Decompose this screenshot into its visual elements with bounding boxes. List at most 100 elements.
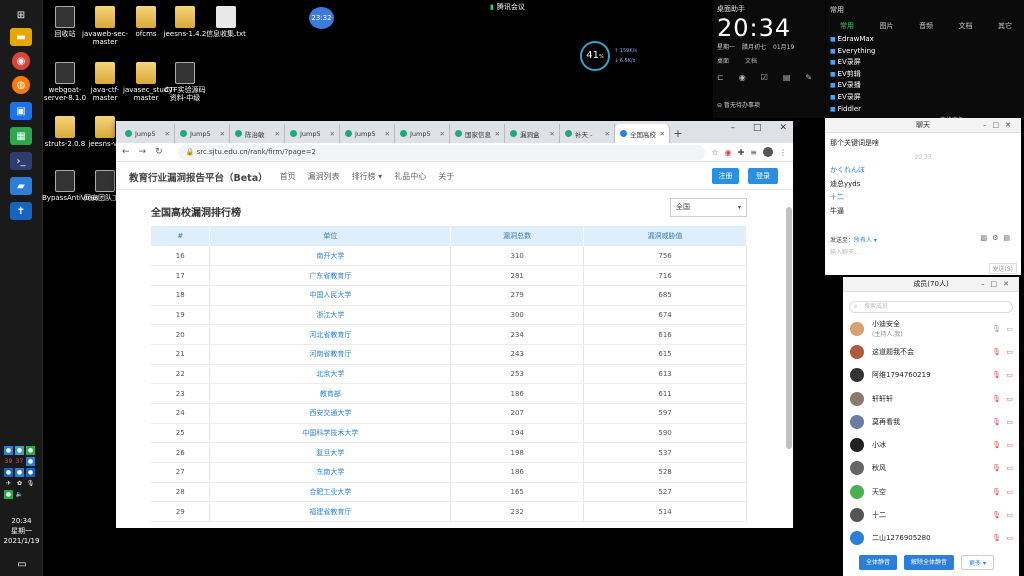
app-icon-2[interactable]: ▦ — [10, 127, 32, 145]
checklist-icon[interactable]: ☑ — [761, 73, 768, 82]
url-field[interactable]: 🔒 src.sjtu.edu.cn/rank/firm/?page=2 — [177, 144, 706, 160]
notification-icon[interactable]: ▭ — [14, 555, 30, 573]
browser-tab[interactable]: 全国高校 ✕ — [615, 124, 670, 143]
launcher-tab-audio[interactable]: 音频 — [919, 21, 933, 31]
new-tab-button[interactable]: + — [670, 124, 686, 143]
mic-muted-icon[interactable]: 🎙 — [992, 488, 1001, 496]
desktop-icon[interactable]: jeesns-1.4.2 — [162, 6, 208, 38]
browser-tab[interactable]: Jump5 ✕ — [285, 124, 340, 143]
unmute-all-button[interactable]: 解除全体静音 — [904, 555, 955, 570]
tray-icon[interactable]: ● — [4, 468, 13, 477]
file-explorer-icon[interactable]: ▬ — [10, 28, 32, 46]
tab-close-icon[interactable]: ✕ — [660, 130, 665, 138]
tab-close-icon[interactable]: ✕ — [440, 130, 445, 138]
tray-icon[interactable]: ● — [26, 457, 35, 466]
launcher-tab-common[interactable]: 常用 — [840, 21, 854, 31]
launcher-item[interactable]: EV录屏 — [830, 92, 875, 104]
send-to-select[interactable]: 所有人 ▾ — [854, 237, 877, 244]
camera-off-icon[interactable]: ▭ — [1006, 441, 1013, 449]
bookmark-star-icon[interactable]: ☆ — [711, 148, 718, 157]
desktop-icon[interactable]: CTF实验源码资料-中级 — [162, 62, 208, 102]
camera-off-icon[interactable]: ▭ — [1006, 488, 1013, 496]
unit-link[interactable]: 合肥工业大学 — [209, 482, 452, 503]
launcher-tab-other[interactable]: 其它 — [998, 21, 1012, 31]
site-brand[interactable]: 教育行业漏洞报告平台（Beta） — [129, 170, 268, 184]
launcher-item[interactable]: EV剪辑 — [830, 69, 875, 81]
chrome-icon[interactable]: ◉ — [12, 52, 30, 70]
unit-link[interactable]: 中国人民大学 — [209, 285, 452, 306]
camera-off-icon[interactable]: ▭ — [1006, 348, 1013, 356]
member-row[interactable]: 天空 🎙 ▭ — [843, 480, 1019, 503]
mic-muted-icon[interactable]: 🎙 — [992, 348, 1001, 356]
mic-muted-icon[interactable]: 🎙 — [992, 534, 1001, 542]
unit-link[interactable]: 河南省教育厅 — [209, 344, 452, 365]
widget-docs-link[interactable]: 文档 — [745, 56, 757, 65]
tab-close-icon[interactable]: ✕ — [550, 130, 555, 138]
camera-off-icon[interactable]: ▭ — [1006, 511, 1013, 519]
launcher-tab-docs[interactable]: 文档 — [959, 21, 973, 31]
image-icon[interactable]: ▨ — [980, 234, 992, 242]
tray-icon[interactable]: ✿ — [15, 479, 24, 488]
member-row[interactable]: 十二 🎙 ▭ — [843, 503, 1019, 526]
meeting-icon[interactable]: ▰ — [10, 177, 32, 195]
powershell-icon[interactable]: ›_ — [10, 152, 32, 170]
unit-link[interactable]: 北京大学 — [209, 364, 452, 385]
close-icon[interactable]: ✕ — [779, 123, 787, 133]
camera-off-icon[interactable]: ▭ — [1006, 395, 1013, 403]
tab-close-icon[interactable]: ✕ — [275, 130, 280, 138]
tab-close-icon[interactable]: ✕ — [605, 130, 610, 138]
chat-input[interactable]: 输入聊天... — [830, 247, 860, 256]
mute-all-button[interactable]: 全体静音 — [859, 555, 898, 570]
tray-icon[interactable]: ● — [26, 468, 35, 477]
launcher-item[interactable]: EV录屏 — [830, 57, 875, 69]
login-button[interactable]: 登录 — [748, 168, 778, 184]
unit-link[interactable]: 西安交通大学 — [209, 403, 452, 424]
mic-muted-icon[interactable]: 🎙 — [992, 464, 1001, 472]
browser-tab[interactable]: 陈治敏 ✕ — [230, 124, 285, 143]
region-select[interactable]: 全国 — [670, 198, 747, 217]
tab-close-icon[interactable]: ✕ — [165, 130, 170, 138]
desktop-icon[interactable]: javaweb-sec-master — [82, 6, 128, 46]
browser-tab[interactable]: Jump5 ✕ — [120, 124, 175, 143]
tray-icon[interactable]: ● — [4, 446, 13, 455]
browser-tab[interactable]: 漏洞盒 ✕ — [505, 124, 560, 143]
tray-icon[interactable]: ● — [15, 446, 24, 455]
more-icon[interactable]: ▤ — [1003, 234, 1015, 242]
member-row[interactable]: 二山1276905280 🎙 ▭ — [843, 527, 1019, 550]
member-search-input[interactable]: 搜索成员 — [849, 301, 1013, 313]
reading-list-icon[interactable]: ≡ — [750, 148, 757, 157]
unit-link[interactable]: 东南大学 — [209, 462, 452, 483]
send-to[interactable]: 发送至：所有人 ▾ — [830, 235, 877, 244]
tray-icon[interactable]: ● — [15, 468, 24, 477]
member-row[interactable]: 秋风 🎙 ▭ — [843, 457, 1019, 480]
widget-desktop-link[interactable]: 桌面 — [717, 56, 729, 65]
unit-link[interactable]: 广东省教育厅 — [209, 265, 452, 286]
camera-off-icon[interactable]: ▭ — [1006, 371, 1013, 379]
nav-about[interactable]: 关于 — [438, 171, 454, 182]
tray-icon[interactable]: ● — [26, 446, 35, 455]
window-controls[interactable]: –□✕ — [981, 277, 1015, 292]
reload-icon[interactable]: ↻ — [155, 147, 163, 157]
launcher-item[interactable]: EdrawMax — [830, 34, 875, 46]
taskbar-clock[interactable]: 20:34 星期一 2021/1/19 — [0, 516, 43, 546]
eye-icon[interactable]: ◉ — [739, 73, 746, 82]
unit-link[interactable]: 浙江大学 — [209, 305, 452, 326]
browser-tab[interactable]: Jump5 ✕ — [175, 124, 230, 143]
unit-link[interactable]: 教育部 — [209, 383, 452, 404]
member-row[interactable]: 莫再看我 🎙 ▭ — [843, 410, 1019, 433]
browser-tab[interactable]: 国家信息 ✕ — [450, 124, 505, 143]
user-settings-icon[interactable]: ⚙ — [992, 234, 1003, 242]
unit-link[interactable]: 南开大学 — [209, 246, 452, 267]
unit-link[interactable]: 复旦大学 — [209, 442, 452, 464]
nav-home[interactable]: 首页 — [280, 171, 296, 182]
member-row[interactable]: 小冰 🎙 ▭ — [843, 433, 1019, 456]
mic-muted-icon[interactable]: 🎙 — [992, 511, 1001, 519]
member-row[interactable]: 小迪安全 (主持人,我) 🎙 ▭ — [843, 317, 1019, 340]
extensions-icon[interactable]: ✚ — [738, 148, 745, 157]
desktop-icon[interactable]: 信息收集.txt — [203, 6, 249, 38]
camera-off-icon[interactable]: ▭ — [1006, 418, 1013, 426]
register-button[interactable]: 注册 — [712, 168, 739, 184]
launcher-item[interactable]: Fiddler — [830, 104, 875, 116]
unit-link[interactable]: 福建省教育厅 — [209, 501, 452, 523]
browser-tab[interactable]: Jump5 ✕ — [340, 124, 395, 143]
